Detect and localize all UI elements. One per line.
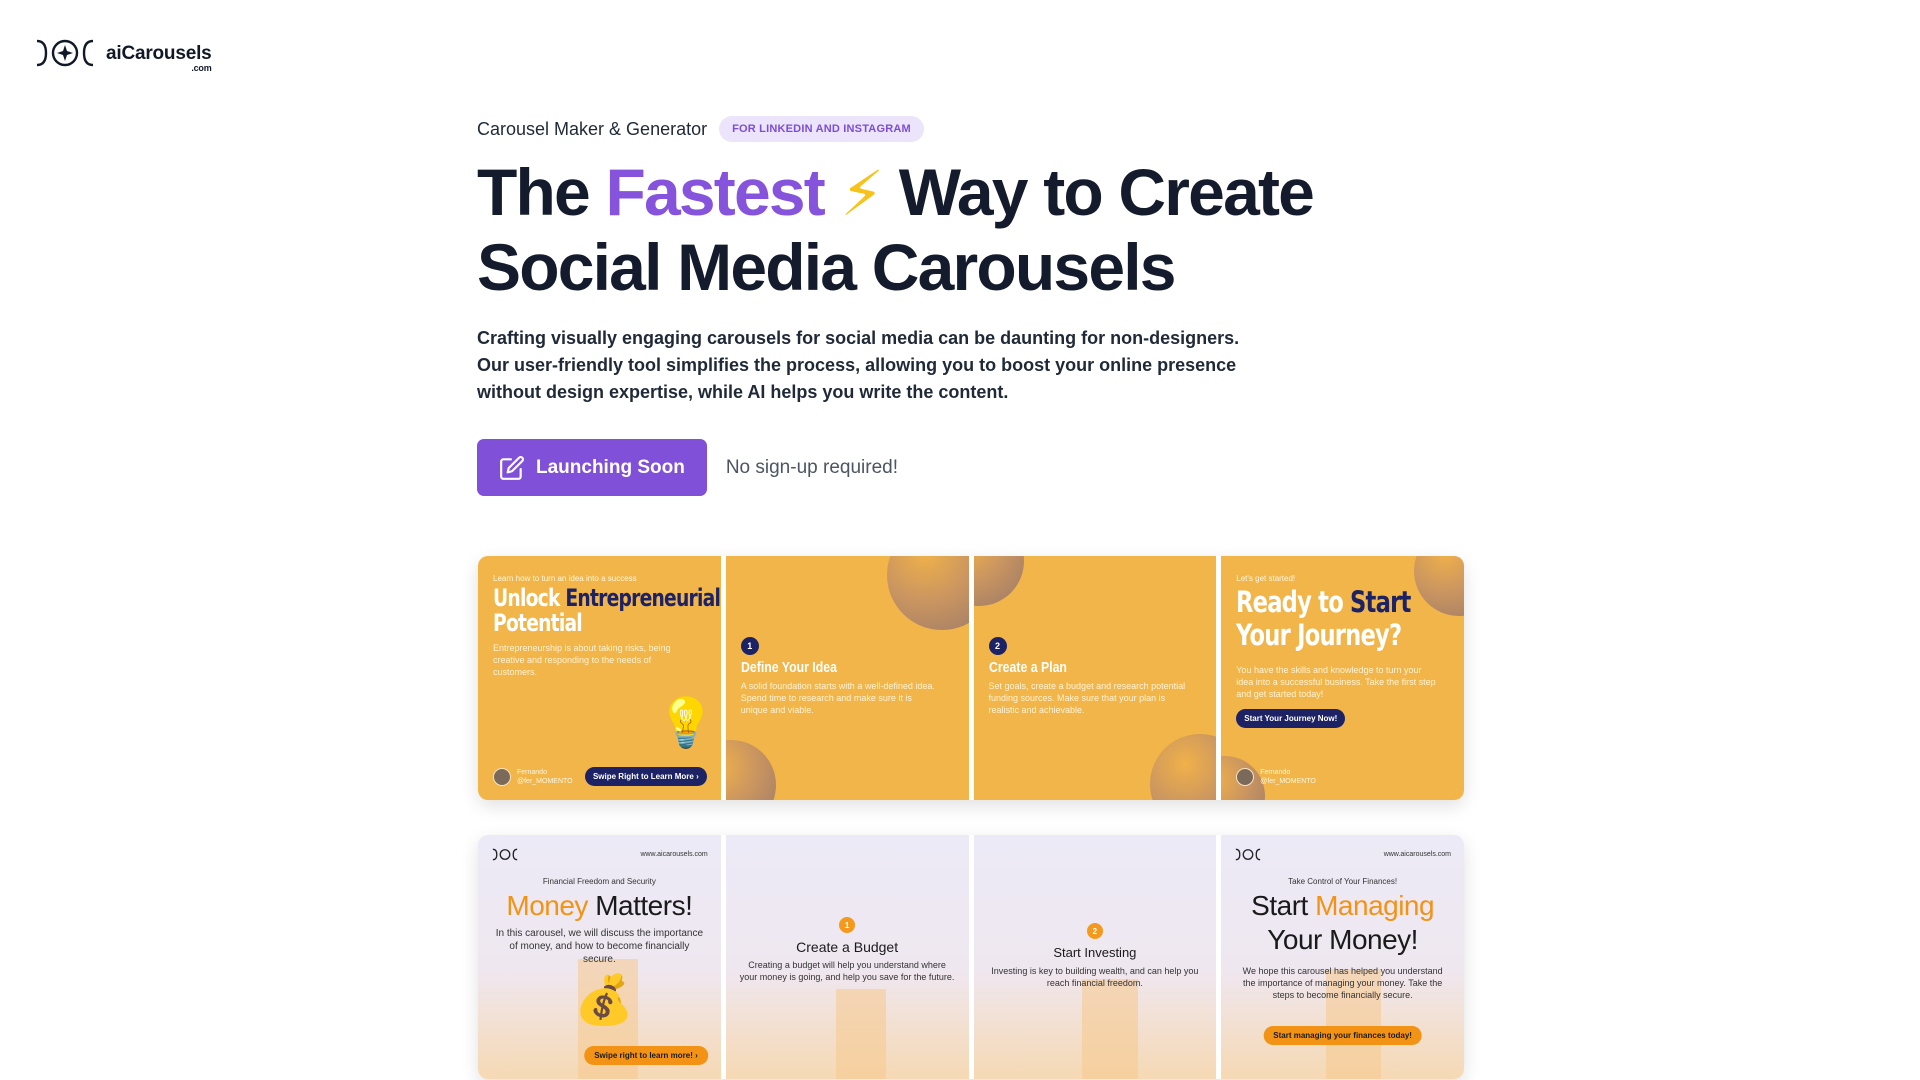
slide-title-part: Potential <box>493 609 583 637</box>
eyebrow-row: Carousel Maker & Generator FOR LINKEDIN … <box>477 114 1477 144</box>
headline-part2: Way to Create <box>882 155 1315 229</box>
headline-line2: Social Media Carousels <box>477 230 1176 304</box>
step-text: Creating a budget will help you understa… <box>739 960 955 982</box>
hero-section: Carousel Maker & Generator FOR LINKEDIN … <box>477 114 1477 496</box>
slide-title: Money Matters! <box>478 889 721 923</box>
carousel-preview-entrepreneur[interactable]: Learn how to turn an idea into a success… <box>478 556 1464 800</box>
edit-icon <box>500 455 524 480</box>
carousel-slide: www.aicarousels.com Take Control of Your… <box>1221 835 1464 1079</box>
lightning-icon: ⚡ <box>840 160 885 229</box>
step-number: 1 <box>740 637 759 655</box>
slide-url: www.aicarousels.com <box>1383 851 1451 858</box>
step-number: 2 <box>1086 923 1103 939</box>
slide-title: Ready to Start Your Journey? <box>1236 586 1464 652</box>
launching-soon-button[interactable]: Launching Soon <box>477 439 707 496</box>
carousel-slide: 1 Create a Budget Creating a budget will… <box>725 835 969 1079</box>
slide-kicker: Let's get started! <box>1236 574 1296 583</box>
avatar <box>493 768 511 786</box>
avatar <box>1236 768 1255 786</box>
carousel-preview-money[interactable]: www.aicarousels.com Financial Freedom an… <box>478 835 1464 1079</box>
brackets-sparkle-logo-icon <box>492 848 518 861</box>
brand-domain-suffix: .com <box>191 62 212 73</box>
eyebrow-text: Carousel Maker & Generator <box>477 118 708 139</box>
slide-author: Fernando @fer_MOMENTO <box>493 768 573 786</box>
step-title: Define Your Idea <box>740 659 837 676</box>
carousel-slide: Let's get started! Ready to Start Your J… <box>1221 556 1464 800</box>
swipe-button: Swipe right to learn more! › <box>584 1046 708 1065</box>
page-title: The Fastest ⚡ Way to Create Social Media… <box>477 156 1477 303</box>
slide-author: Fernando @fer_MOMENTO <box>1236 768 1316 786</box>
slide-title-accent: Managing <box>1315 890 1435 921</box>
carousel-slide: Learn how to turn an idea into a success… <box>478 556 721 800</box>
brand-logo[interactable]: aiCarousels .com <box>34 38 212 73</box>
slide-kicker: Financial Freedom and Security <box>542 877 656 886</box>
headline-part1: The <box>477 155 606 229</box>
slide-text: We hope this carousel has helped you und… <box>1242 966 1443 1000</box>
slide-text: Entrepreneurship is about taking risks, … <box>493 643 671 677</box>
slide-title-accent: Money <box>506 890 588 921</box>
slide-text: You have the skills and knowledge to tur… <box>1236 665 1436 699</box>
slide-title: Start Managing Your Money! <box>1221 889 1464 957</box>
slide-text: In this carousel, we will discuss the im… <box>495 928 704 965</box>
cta-row: Launching Soon No sign-up required! <box>477 439 1477 496</box>
money-bag-icon: 💰 <box>574 974 634 1027</box>
decor-beam <box>835 989 886 1079</box>
step-text: Set goals, create a budget and research … <box>988 681 1186 715</box>
step-title: Start Investing <box>1053 945 1137 960</box>
step-text: Investing is key to building wealth, and… <box>991 966 1199 988</box>
platform-badge: FOR LINKEDIN AND INSTAGRAM <box>719 116 924 142</box>
slide-title-accent: Start <box>1350 585 1411 619</box>
cta-note: No sign-up required! <box>725 456 898 478</box>
slide-title-part: Matters! <box>587 890 693 921</box>
carousel-slide: 1 Define Your Idea A solid foundation st… <box>725 556 969 800</box>
brand-name: aiCarousels .com <box>106 42 212 73</box>
step-title: Create a Plan <box>988 659 1067 676</box>
slide-title: Unlock Entrepreneurial Potential <box>493 586 721 636</box>
headline-highlight: Fastest <box>605 155 825 229</box>
carousel-slide: 2 Start Investing Investing is key to bu… <box>973 835 1217 1079</box>
start-managing-button: Start managing your finances today! <box>1263 1026 1422 1045</box>
hero-description: Crafting visually engaging carousels for… <box>477 328 1240 402</box>
decor-orb <box>973 556 1024 606</box>
slide-title-part: Start <box>1251 890 1316 921</box>
slide-url: www.aicarousels.com <box>640 851 708 858</box>
step-text: A solid foundation starts with a well-de… <box>740 681 935 715</box>
author-info: Fernando @fer_MOMENTO <box>1260 768 1316 786</box>
swipe-button: Swipe Right to Learn More › <box>584 767 707 786</box>
start-journey-button: Start Your Journey Now! <box>1236 709 1346 728</box>
slide-title-part: Ready to <box>1236 585 1351 619</box>
slide-kicker: Take Control of Your Finances! <box>1288 877 1398 886</box>
step-title: Create a Budget <box>796 939 899 955</box>
brackets-sparkle-logo-icon <box>36 39 94 67</box>
slide-title-accent: Entrepreneurial <box>565 584 721 612</box>
brackets-sparkle-logo-icon <box>1236 848 1261 861</box>
carousel-slide: 2 Create a Plan Set goals, create a budg… <box>973 556 1217 800</box>
lightbulb-icon: 💡 <box>656 697 716 750</box>
decor-orb <box>725 740 776 800</box>
author-handle: @fer_MOMENTO <box>1260 778 1316 785</box>
author-info: Fernando @fer_MOMENTO <box>517 768 573 786</box>
author-name: Fernando <box>517 769 547 776</box>
cta-label: Launching Soon <box>536 456 685 478</box>
slide-kicker: Learn how to turn an idea into a success <box>493 574 637 583</box>
slide-title-part: Your Journey? <box>1236 618 1402 652</box>
slide-title-part: Unlock <box>493 584 566 612</box>
slide-title-part: Your Money! <box>1267 924 1418 955</box>
carousel-slide: www.aicarousels.com Financial Freedom an… <box>478 835 721 1079</box>
decor-beam <box>1081 979 1138 1079</box>
author-name: Fernando <box>1260 769 1291 776</box>
author-handle: @fer_MOMENTO <box>517 778 573 785</box>
step-number: 1 <box>839 917 856 933</box>
decor-orb <box>886 556 969 630</box>
step-number: 2 <box>988 637 1007 655</box>
decor-orb <box>1150 734 1217 800</box>
